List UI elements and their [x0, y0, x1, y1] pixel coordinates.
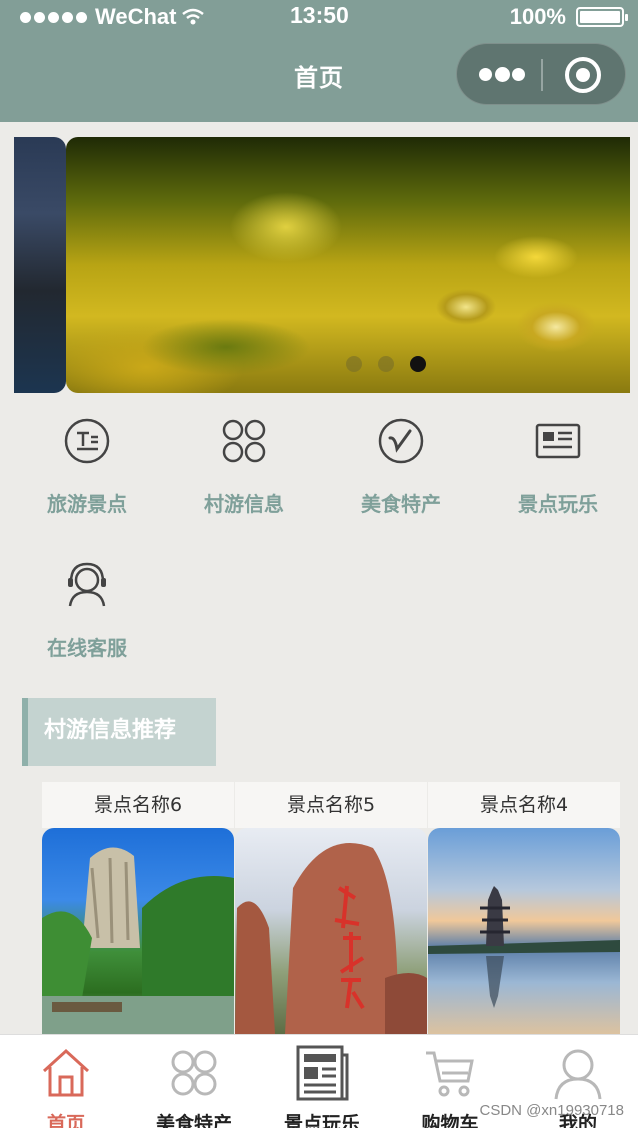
tab-label: 首页 [46, 1113, 85, 1128]
more-dots-icon[interactable] [479, 65, 525, 85]
status-time: 13:50 [290, 2, 349, 28]
category-label: 美食特产 [361, 492, 441, 516]
spot-card[interactable]: 景点名称5 [235, 782, 427, 1034]
watermark-text: CSDN @xn19930718 [479, 1102, 624, 1119]
carrier-label: WeChat [95, 4, 177, 29]
top-bar: WeChat 13:50 100% 首页 [0, 0, 638, 122]
section-title: 村游信息推荐 [22, 698, 216, 766]
signal-icon [20, 11, 87, 23]
four-circles-icon [222, 419, 266, 463]
spot-card-title: 景点名称5 [235, 782, 427, 828]
swiper-dot[interactable] [378, 356, 394, 372]
tab-entertainment[interactable]: 景点玩乐 [258, 1045, 386, 1128]
target-circle-icon[interactable] [565, 57, 601, 93]
spot-card[interactable]: 景点名称6 [42, 782, 234, 1034]
home-icon [42, 1048, 90, 1097]
category-label: 景点玩乐 [518, 492, 598, 516]
spot-card-image [428, 828, 620, 1034]
newspaper-icon [296, 1045, 349, 1101]
tab-food[interactable]: 美食特产 [130, 1045, 258, 1128]
spot-card-title: 景点名称4 [428, 782, 620, 828]
swiper-indicators [346, 356, 426, 372]
category-online-service[interactable]: 在线客服 [12, 560, 162, 661]
category-food[interactable]: 美食特产 [326, 416, 476, 517]
user-icon [554, 1049, 602, 1100]
banner-slide-prev[interactable] [14, 137, 66, 393]
banner-slide-current[interactable] [66, 137, 630, 393]
spot-card-image [235, 828, 427, 1034]
category-label: 村游信息 [204, 492, 284, 516]
four-circles-icon [171, 1050, 217, 1096]
tab-label: 景点玩乐 [283, 1113, 360, 1128]
spot-card-image [42, 828, 234, 1034]
status-bar: WeChat 13:50 100% [0, 0, 638, 36]
spot-card[interactable]: 景点名称4 [428, 782, 620, 1034]
tab-home[interactable]: 首页 [2, 1045, 130, 1128]
category-village-info[interactable]: 村游信息 [169, 416, 319, 517]
battery-label: 100% [509, 4, 566, 29]
headset-user-icon [68, 562, 106, 607]
category-entertainment[interactable]: 景点玩乐 [483, 416, 633, 517]
tab-label: 美食特产 [155, 1113, 232, 1128]
news-card-icon [535, 423, 581, 459]
wifi-icon [181, 8, 204, 25]
category-label: 旅游景点 [47, 492, 127, 516]
swiper-dot[interactable] [346, 356, 362, 372]
text-doc-icon [64, 418, 110, 464]
category-scenic-spots[interactable]: 旅游景点 [12, 416, 162, 517]
cart-icon [426, 1051, 474, 1097]
carrier: WeChat [20, 4, 205, 30]
battery-status: 100% [509, 4, 628, 30]
spot-card-title: 景点名称6 [42, 782, 234, 828]
banner-swiper[interactable] [0, 137, 638, 395]
mini-program-capsule [456, 43, 626, 105]
category-label: 在线客服 [47, 636, 127, 660]
v-circle-icon [378, 418, 424, 464]
battery-icon [576, 7, 628, 27]
capsule-divider [541, 59, 543, 91]
swiper-dot-active[interactable] [410, 356, 426, 372]
